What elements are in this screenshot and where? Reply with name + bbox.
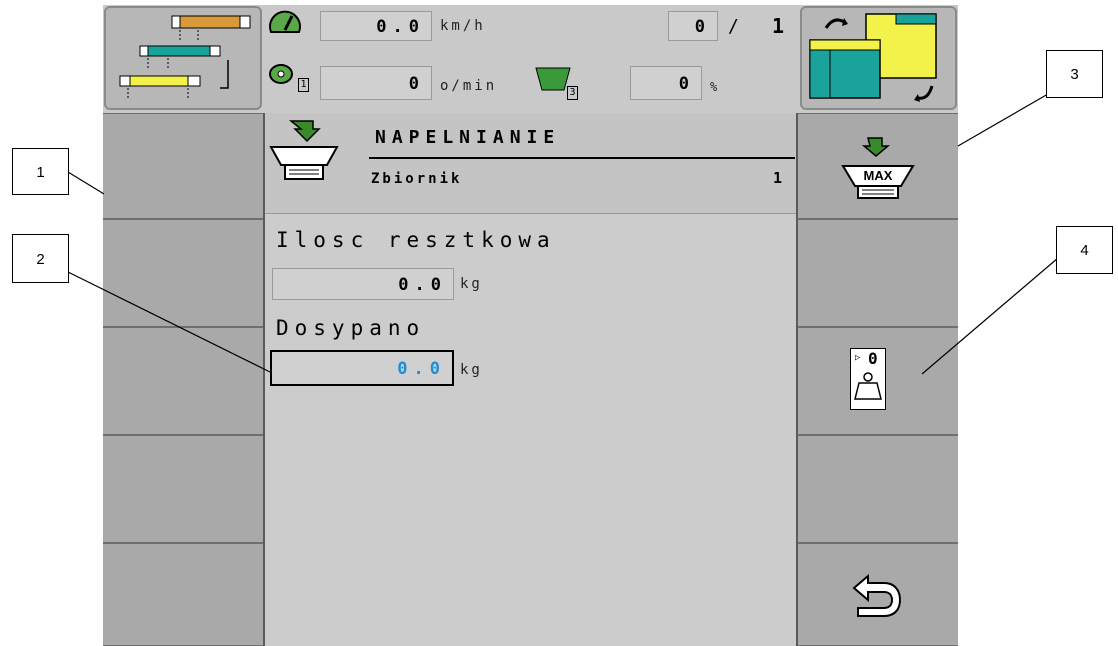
callout-3: 3 (1046, 50, 1103, 98)
callout-1: 1 (12, 148, 69, 195)
callout-leader-lines (67, 93, 1059, 375)
callout-4: 4 (1056, 226, 1113, 274)
callout-2: 2 (12, 234, 69, 283)
